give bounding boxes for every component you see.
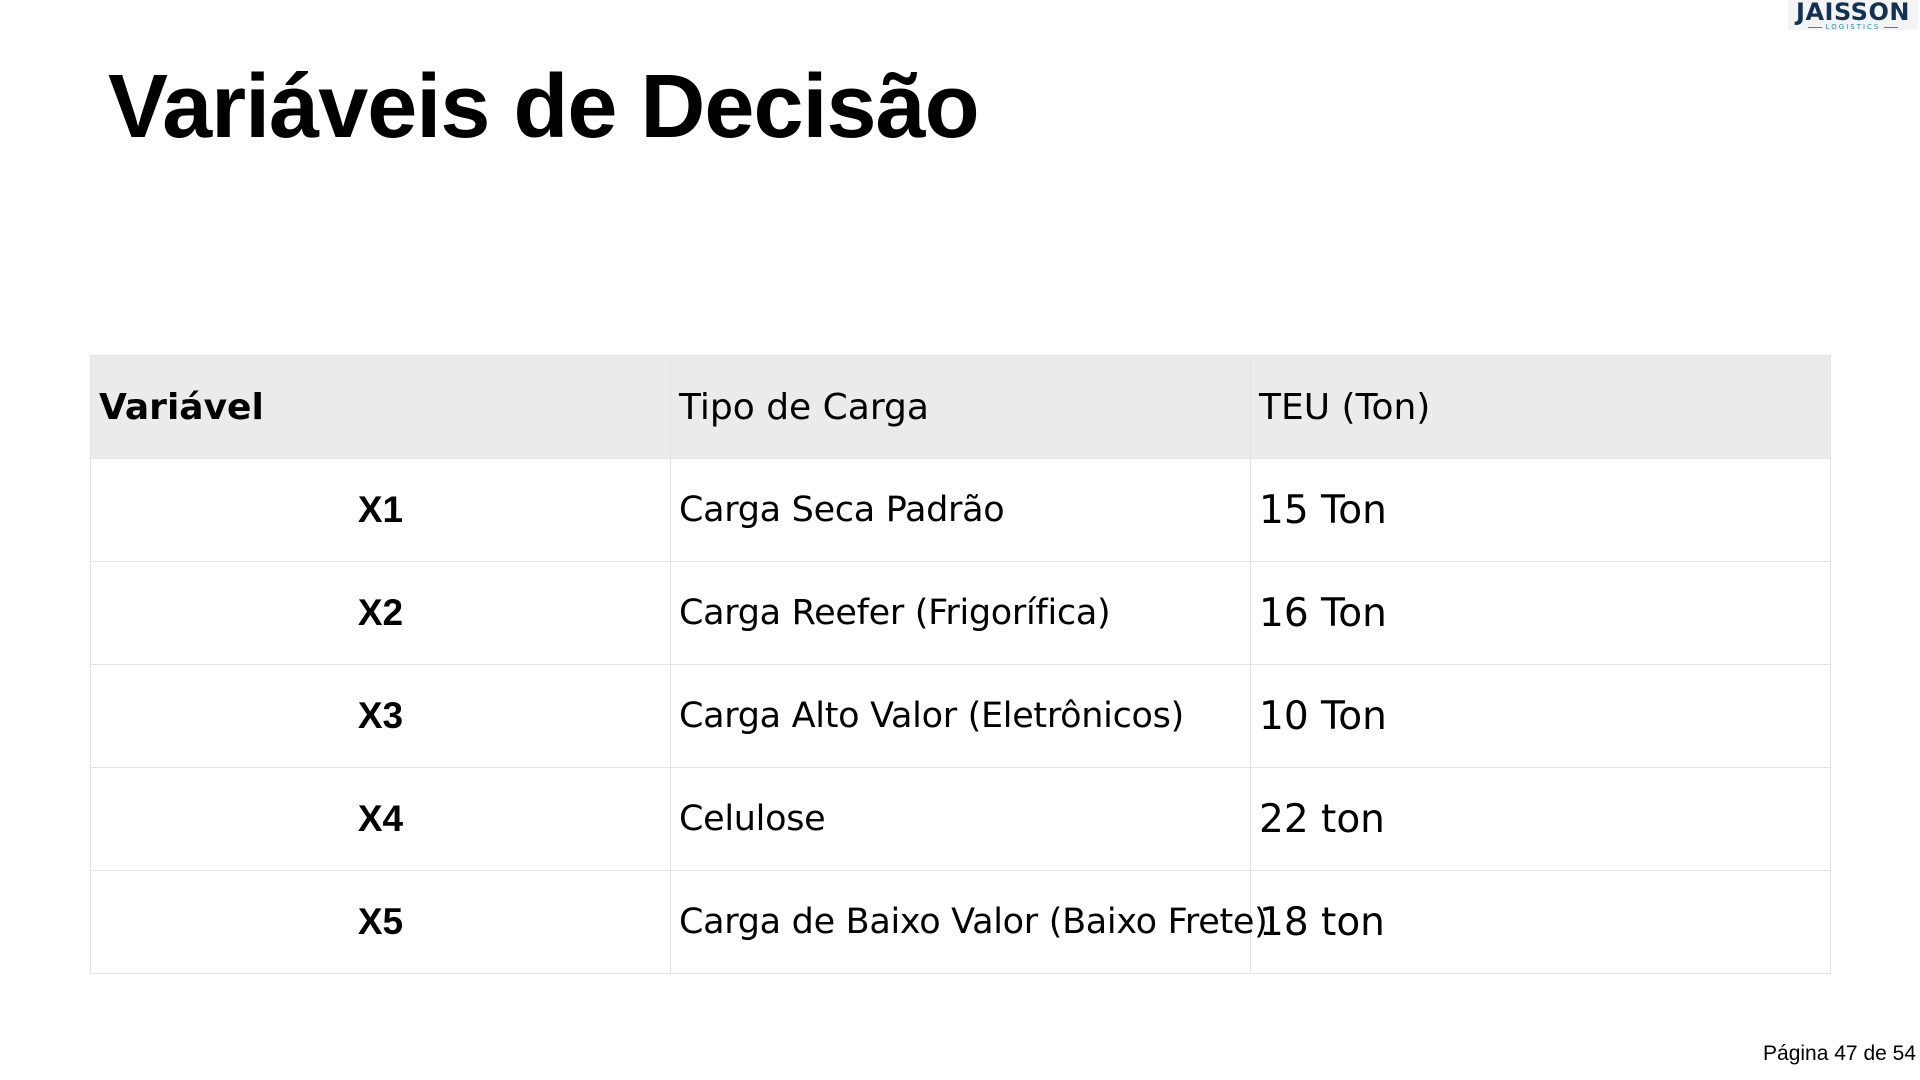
cell-variavel: X3 — [90, 664, 671, 768]
logo-name: JAISSON — [1796, 0, 1910, 26]
table-header-row: Variável Tipo de Carga TEU (Ton) — [90, 355, 1831, 459]
table-row: X3 Carga Alto Valor (Eletrônicos) 10 Ton — [90, 664, 1831, 768]
cell-teu: 18 ton — [1250, 870, 1831, 974]
header-variavel: Variável — [90, 355, 671, 459]
table-header: Variável Tipo de Carga TEU (Ton) — [90, 355, 1831, 459]
page-number: Página 47 de 54 — [1763, 1042, 1916, 1065]
table-row: X5 Carga de Baixo Valor (Baixo Frete) 18… — [90, 870, 1831, 974]
cell-teu: 16 Ton — [1250, 561, 1831, 665]
cell-tipo-de-carga: Carga Reefer (Frigorífica) — [670, 561, 1251, 665]
cell-tipo-de-carga: Celulose — [670, 767, 1251, 871]
cell-tipo-de-carga: Carga de Baixo Valor (Baixo Frete) — [670, 870, 1268, 974]
table-body: X1 Carga Seca Padrão 15 Ton X2 Carga Ree… — [90, 458, 1831, 974]
page-title: Variáveis de Decisão — [108, 57, 980, 157]
cell-teu: 10 Ton — [1250, 664, 1831, 768]
cell-tipo-de-carga: Carga Seca Padrão — [670, 458, 1251, 562]
table-row: X4 Celulose 22 ton — [90, 767, 1831, 871]
cell-variavel: X1 — [90, 458, 671, 562]
decision-variables-table-container: Variável Tipo de Carga TEU (Ton) X1 Carg… — [90, 355, 1831, 974]
table-row: X2 Carga Reefer (Frigorífica) 16 Ton — [90, 561, 1831, 665]
header-teu: TEU (Ton) — [1250, 355, 1831, 459]
cell-teu: 15 Ton — [1250, 458, 1831, 562]
company-logo: JAISSON LOGISTICS — [1788, 0, 1918, 31]
table-row: X1 Carga Seca Padrão 15 Ton — [90, 458, 1831, 562]
cell-teu: 22 ton — [1250, 767, 1831, 871]
cell-variavel: X2 — [90, 561, 671, 665]
cell-tipo-de-carga: Carga Alto Valor (Eletrônicos) — [670, 664, 1251, 768]
decision-variables-table: Variável Tipo de Carga TEU (Ton) X1 Carg… — [90, 355, 1831, 974]
cell-variavel: X5 — [90, 870, 671, 974]
cell-variavel: X4 — [90, 767, 671, 871]
header-tipo-de-carga: Tipo de Carga — [670, 355, 1251, 459]
